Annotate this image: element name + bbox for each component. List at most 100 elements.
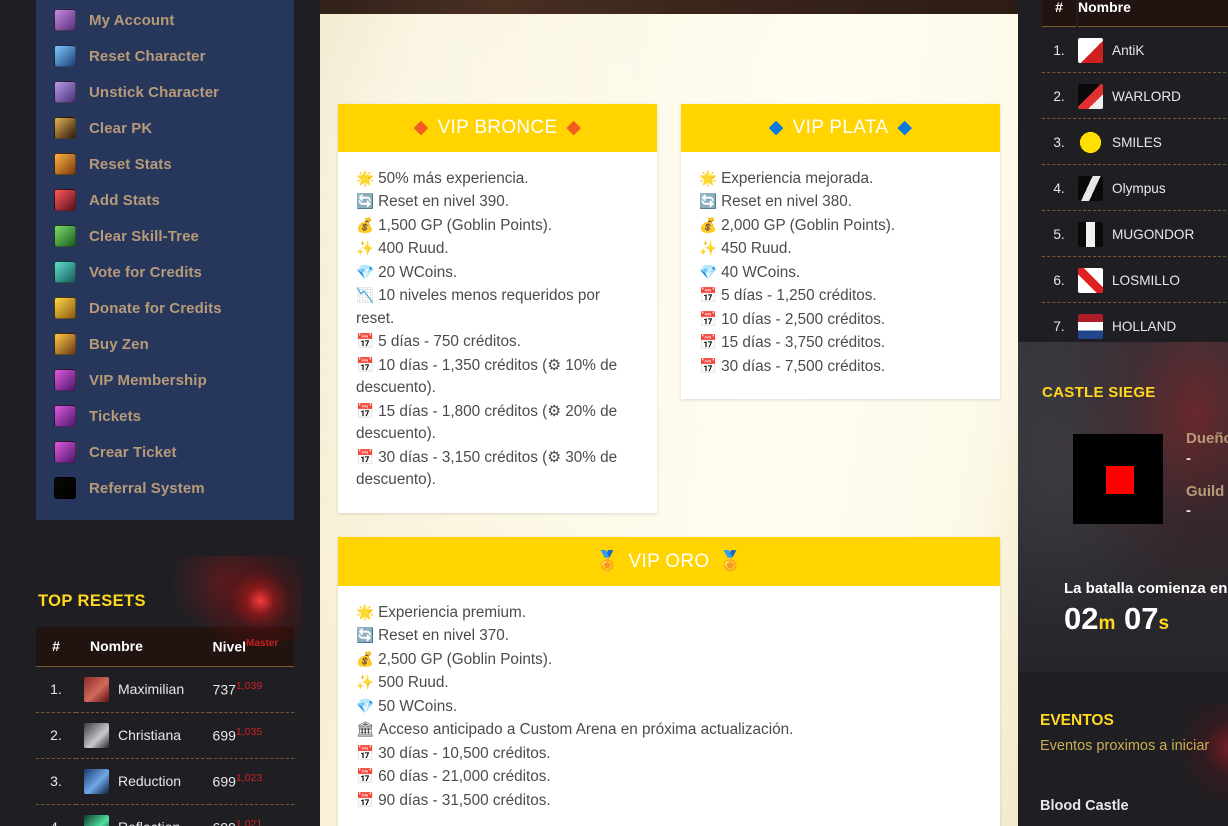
countdown-minutes: 02 — [1064, 601, 1099, 636]
countdown-seconds: 07 — [1124, 601, 1159, 636]
table-row[interactable]: 4. Olympus — [1042, 167, 1228, 211]
sidebar-item-clear-pk[interactable]: Clear PK — [36, 110, 294, 146]
sidebar-item-reset-stats[interactable]: Reset Stats — [36, 146, 294, 182]
gold-bars-icon — [54, 297, 76, 319]
calendar-icon: 📅 — [356, 449, 375, 466]
sidebar-item-unstick-character[interactable]: Unstick Character — [36, 74, 294, 110]
row-name: MUGONDOR — [1112, 227, 1195, 242]
table-row[interactable]: 1. Maximilian 7371,039 — [36, 666, 294, 713]
feature-text: 1,500 GP (Goblin Points). — [378, 216, 553, 234]
calendar-icon: 📅 — [356, 334, 375, 351]
feature-item: ✨ 400 Ruud. — [356, 238, 639, 260]
row-name-cell: Reduction — [76, 758, 209, 805]
table-row[interactable]: 4. Reflection 6991,021 — [36, 804, 294, 826]
vip-oro-title: VIP ORO — [628, 550, 710, 572]
row-name: Reflection — [118, 819, 180, 826]
eventos-subtitle: Eventos proximos a iniciar — [1040, 738, 1210, 754]
countdown-timer: 02m 07s — [1064, 601, 1228, 637]
coin-pouch-icon — [54, 333, 76, 355]
row-level: 699 — [213, 820, 236, 826]
guild-mark-icon — [1078, 222, 1103, 247]
sidebar-item-reset-character[interactable]: Reset Character — [36, 38, 294, 74]
feature-item: 📅 90 días - 31,500 créditos. — [356, 790, 982, 812]
avatar — [84, 676, 109, 702]
row-name-cell: LOSMILLO — [1078, 259, 1228, 303]
row-rank: 4. — [1042, 167, 1076, 211]
sidebar-item-buy-zen[interactable]: Buy Zen — [36, 326, 294, 362]
feature-item: 📅 15 días - 3,750 créditos. — [699, 332, 982, 354]
table-row[interactable]: 3. Reduction 6991,023 — [36, 758, 294, 805]
money-bag-icon: 💰 — [356, 217, 375, 234]
row-name-cell: Christiana — [76, 712, 209, 759]
sidebar-item-vip-membership[interactable]: VIP Membership — [36, 362, 294, 398]
money-bag-icon: 💰 — [356, 651, 375, 668]
feature-text: 15 días - 1,800 créditos (⚙ 20% de descu… — [356, 402, 618, 443]
purple-potion-icon — [54, 405, 76, 427]
purple-potion-icon — [54, 369, 76, 391]
feature-item: 💎 20 WCoins. — [356, 262, 639, 284]
row-name-cell: MUGONDOR — [1078, 213, 1228, 257]
sidebar-item-my-account[interactable]: My Account — [36, 2, 294, 38]
guild-mark-icon — [1078, 176, 1103, 201]
blue-swirl-icon — [54, 45, 76, 67]
reset-arrows-icon: 🔄 — [699, 194, 718, 211]
row-name-cell: Reflection — [76, 804, 209, 826]
reset-arrows-icon: 🔄 — [356, 628, 375, 645]
sidebar-item-vote-for-credits[interactable]: Vote for Credits — [36, 254, 294, 290]
sidebar-item-clear-skill-tree[interactable]: Clear Skill-Tree — [36, 218, 294, 254]
row-resets: 1,023 — [235, 772, 263, 785]
row-resets: 1,039 — [235, 680, 263, 693]
feature-text: 90 días - 31,500 créditos. — [378, 791, 551, 809]
sidebar-item-donate-for-credits[interactable]: Donate for Credits — [36, 290, 294, 326]
column-header-level-text: Nivel — [212, 638, 246, 655]
row-level: 699 — [212, 773, 236, 790]
row-name: SMILES — [1112, 135, 1162, 150]
avatar — [84, 722, 109, 748]
feature-item: 💰 2,500 GP (Goblin Points). — [356, 649, 982, 671]
feature-item: 📅 10 días - 1,350 créditos (⚙ 10% de desc… — [356, 355, 639, 400]
purple-potion-icon — [54, 441, 76, 463]
event-item-blood-castle[interactable]: Blood Castle — [1040, 798, 1228, 814]
guild-mark-icon — [1078, 314, 1103, 339]
row-name-cell: AntiK — [1078, 29, 1228, 73]
feature-text: 2,500 GP (Goblin Points). — [378, 650, 553, 668]
row-name: Maximilian — [118, 681, 185, 698]
black-square-icon — [54, 477, 76, 499]
sidebar-item-referral-system[interactable]: Referral System — [36, 470, 294, 506]
sidebar-item-label: Clear PK — [89, 119, 153, 137]
feature-item: 💎 40 WCoins. — [699, 262, 982, 284]
sidebar-item-add-stats[interactable]: Add Stats — [36, 182, 294, 218]
row-rank: 2. — [1042, 75, 1076, 119]
feature-text: Reset en nivel 380. — [721, 193, 853, 211]
sidebar-item-label: Buy Zen — [89, 335, 149, 353]
sidebar-item-tickets[interactable]: Tickets — [36, 398, 294, 434]
medal-icon: 🏅 — [718, 550, 743, 572]
calendar-icon: 📅 — [699, 311, 718, 328]
row-name-cell: WARLORD — [1078, 75, 1228, 119]
diamond-orange-icon: ◆ — [413, 117, 429, 138]
castle-meta: Dueño del Castillo - Guild - — [1186, 430, 1228, 535]
sparkles-icon: ✨ — [699, 241, 718, 258]
top-resets-widget: TOP RESETS # Nombre NivelMaster 1. Maxim… — [36, 556, 302, 826]
castle-guild-value: - — [1186, 502, 1191, 520]
table-row[interactable]: 1. AntiK — [1042, 29, 1228, 73]
column-header-level: NivelMaster — [208, 627, 294, 667]
table-row[interactable]: 2. WARLORD — [1042, 75, 1228, 119]
table-row[interactable]: 5. MUGONDOR — [1042, 213, 1228, 257]
vip-plata-body: 🌟 Experiencia mejorada. 🔄 Reset en nivel 3… — [681, 152, 1000, 399]
eventos-title: EVENTOS — [1040, 712, 1114, 729]
feature-item: 📅 30 días - 3,150 créditos (⚙ 30% de desc… — [356, 447, 639, 492]
gem-stone-icon: 💎 — [699, 264, 718, 281]
row-name: WARLORD — [1112, 89, 1181, 104]
table-row[interactable]: 6. LOSMILLO — [1042, 259, 1228, 303]
feature-item: 💰 1,500 GP (Goblin Points). — [356, 215, 639, 237]
guild-mark-icon — [1078, 84, 1103, 109]
feature-item: 📅 30 días - 7,500 créditos. — [699, 356, 982, 378]
table-row[interactable]: 3. SMILES — [1042, 121, 1228, 165]
row-rank: 4. — [36, 804, 76, 826]
feature-item: 📅 15 días - 1,800 créditos (⚙ 20% de desc… — [356, 401, 639, 446]
main-content: ◆ VIP BRONCE ◆ 🌟 50% más experiencia. 🔄 Rese… — [320, 0, 1018, 826]
table-row[interactable]: 2. Christiana 6991,035 — [36, 712, 294, 759]
sidebar-item-crear-ticket[interactable]: Crear Ticket — [36, 434, 294, 470]
feature-item: 🏛 Acceso anticipado a Custom Arena en pró… — [356, 719, 982, 741]
